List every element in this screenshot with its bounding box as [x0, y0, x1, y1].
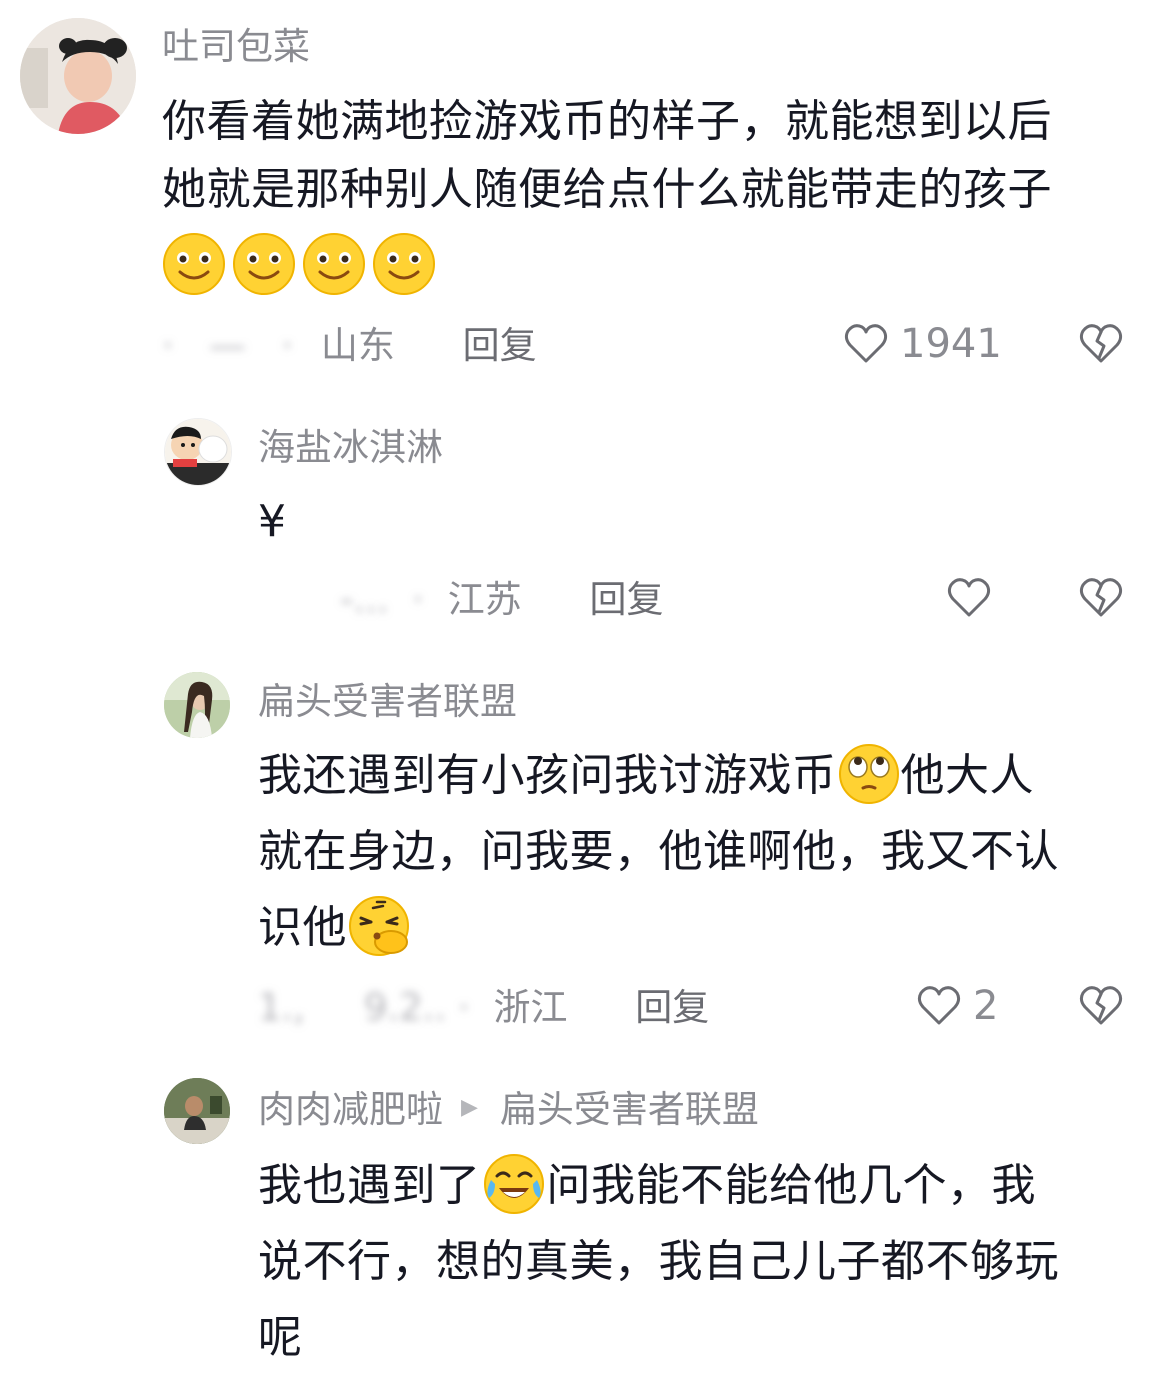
location: 浙江	[493, 986, 568, 1029]
location: 山东	[320, 324, 395, 367]
comment-text-line: 说不行，想的真美，我自己儿子都不够玩	[258, 1236, 1059, 1287]
dislike-button[interactable]	[1076, 982, 1126, 1034]
comment-username[interactable]: 海盐冰淇淋	[258, 426, 443, 470]
timestamp-blurred: 1., 9.2.. ·	[258, 986, 470, 1029]
avatar-photo-icon	[164, 1078, 230, 1144]
comment-text-line: 识他	[258, 894, 1059, 962]
smile-emoji-icon	[373, 233, 435, 295]
avatar[interactable]	[164, 1078, 230, 1144]
comment-text-line: ¥	[258, 496, 287, 547]
comment-text-line: 我也遇到了 问我能不能给他几个，我	[258, 1152, 1059, 1220]
avatar[interactable]	[164, 418, 232, 486]
comment-text: 我也遇到了 问我能不能给他几个，我 说不行，想的真美，我自己儿子都不够玩 呢	[258, 1152, 1059, 1372]
reply-button[interactable]: 回复	[463, 324, 537, 367]
like-button[interactable]	[945, 574, 1003, 622]
location: 江苏	[447, 578, 522, 621]
crying-laughing-emoji-icon	[483, 1154, 544, 1214]
comment-text-line: 就在身边，问我要，他谁啊他，我又不认	[258, 826, 1059, 877]
comment-text: 我还遇到有小孩问我讨游戏币 他大人 就在身边，问我要，他谁啊他，我又不认 识他	[258, 742, 1059, 962]
thinking-hand-emoji-icon	[349, 896, 409, 956]
comment-text-segment: 识他	[258, 902, 347, 953]
comment-meta: · — · 山东 回复	[162, 324, 537, 368]
reply-to-username[interactable]: 扁头受害者联盟	[500, 1088, 759, 1131]
comment-text: ¥	[258, 488, 287, 556]
dislike-button[interactable]	[1076, 574, 1126, 626]
dislike-button[interactable]	[1076, 320, 1126, 372]
comment-1: 吐司包菜 你看着她满地捡游戏币的样子，就能想到以后 她就是那种别人随便给点什么就…	[0, 0, 1172, 400]
timestamp-blurred: · — ·	[162, 324, 294, 367]
smile-emoji-icon	[233, 233, 295, 295]
comment-username: 肉肉减肥啦 ▶ 扁头受害者联盟	[258, 1088, 759, 1134]
comment-text-line: 呢	[258, 1312, 303, 1363]
smile-emoji-icon	[163, 233, 225, 295]
heart-icon	[947, 578, 991, 617]
comment-text-line: 她就是那种别人随便给点什么就能带走的孩子	[162, 164, 1052, 215]
avatar-photo-icon	[20, 18, 136, 134]
avatar[interactable]	[20, 18, 136, 134]
avatar[interactable]	[164, 672, 230, 738]
comment-text-segment: 我还遇到有小孩问我讨游戏币	[258, 750, 837, 801]
avatar-photo-icon	[164, 672, 230, 738]
broken-heart-icon	[1079, 578, 1123, 617]
heart-icon	[917, 986, 961, 1025]
like-count: 1941	[900, 321, 1002, 367]
smile-emoji-icon	[303, 233, 365, 295]
comment-text: 你看着她满地捡游戏币的样子，就能想到以后 她就是那种别人随便给点什么就能带走的孩…	[162, 88, 1052, 224]
comment-text-segment: 他大人	[900, 750, 1034, 801]
timestamp-blurred: -... ·	[340, 578, 424, 621]
like-button[interactable]: 2	[915, 982, 998, 1030]
broken-heart-icon	[1079, 986, 1123, 1025]
reply-button[interactable]: 回复	[635, 986, 709, 1029]
broken-heart-icon	[1079, 324, 1123, 363]
avatar-cartoon-icon	[165, 419, 231, 485]
comment-4: 肉肉减肥啦 ▶ 扁头受害者联盟 我也遇到了 问我能不能给他几个，我 说不行，想的真美…	[0, 1060, 1172, 1382]
like-button[interactable]: 1941	[842, 320, 1002, 368]
comment-3: 扁头受害者联盟 我还遇到有小孩问我讨游戏币 他大人 就在身边，问我要，他谁啊他，…	[0, 650, 1172, 1060]
comment-username-text[interactable]: 肉肉减肥啦	[258, 1088, 443, 1131]
comment-2: 海盐冰淇淋 ¥ -... · 江苏 回复	[0, 400, 1172, 650]
heart-icon	[844, 324, 888, 363]
comment-meta: -... · 江苏 回复	[340, 578, 663, 622]
comment-text-line: 我还遇到有小孩问我讨游戏币 他大人	[258, 742, 1059, 810]
reply-button[interactable]: 回复	[589, 578, 663, 621]
eye-roll-emoji-icon	[838, 744, 899, 804]
comment-text-line: 你看着她满地捡游戏币的样子，就能想到以后	[162, 96, 1052, 147]
reply-arrow-icon: ▶	[461, 1094, 478, 1120]
comment-username[interactable]: 吐司包菜	[162, 25, 310, 69]
comment-text-segment: 我也遇到了	[258, 1160, 481, 1211]
emoji-row	[162, 232, 436, 296]
comment-meta: 1., 9.2.. · 浙江 回复	[258, 986, 709, 1030]
comment-username[interactable]: 扁头受害者联盟	[258, 680, 517, 724]
like-count: 2	[973, 983, 999, 1029]
comment-text-segment: 问我能不能给他几个，我	[546, 1160, 1036, 1211]
